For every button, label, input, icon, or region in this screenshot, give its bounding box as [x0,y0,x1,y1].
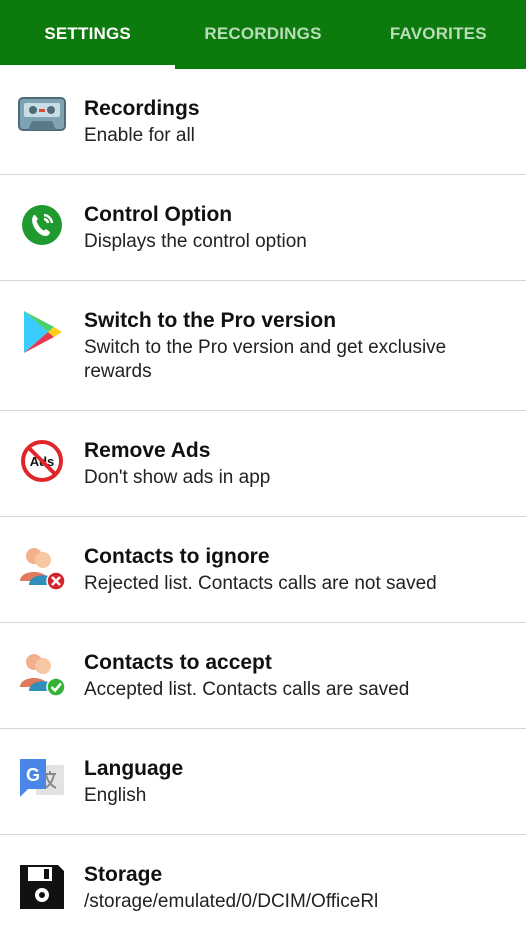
play-store-icon [0,308,84,355]
contacts-accept-icon [0,650,84,697]
contacts-ignore-icon [0,544,84,591]
setting-remove-ads[interactable]: Ads Remove Ads Don't show ads in app [0,411,526,517]
setting-title: Remove Ads [84,439,211,462]
svg-text:G: G [26,765,40,785]
floppy-disk-icon [0,862,84,911]
setting-pro-version[interactable]: Switch to the Pro version Switch to the … [0,281,526,411]
no-ads-icon: Ads [0,438,84,483]
setting-subtitle: Accepted list. Contacts calls are saved [84,679,410,700]
setting-title: Control Option [84,203,233,226]
setting-title: Storage [84,863,163,886]
setting-title: Contacts to accept [84,651,272,674]
setting-title: Switch to the Pro version [84,309,337,332]
tab-settings[interactable]: SETTINGS [0,0,176,69]
setting-title: Language [84,757,184,780]
setting-subtitle: Don't show ads in app [84,467,271,488]
setting-contacts-accept[interactable]: Contacts to accept Accepted list. Contac… [0,623,526,729]
phone-call-icon [0,202,84,247]
settings-list: Recordings Enable for all Control Option… [0,69,526,941]
setting-subtitle: English [84,785,147,806]
tab-favorites[interactable]: FAVORITES [351,0,526,69]
setting-language[interactable]: G Language English [0,729,526,835]
setting-subtitle: Enable for all [84,125,195,146]
setting-title: Contacts to ignore [84,545,270,568]
tab-recordings[interactable]: RECORDINGS [175,0,350,69]
translate-icon: G [0,756,84,803]
setting-control-option[interactable]: Control Option Displays the control opti… [0,175,526,281]
setting-subtitle: Rejected list. Contacts calls are not sa… [84,573,437,594]
setting-storage[interactable]: Storage /storage/emulated/0/DCIM/OfficeR… [0,835,526,941]
setting-subtitle: /storage/emulated/0/DCIM/OfficeRl [84,891,379,912]
setting-subtitle: Switch to the Pro version and get exclus… [84,337,447,382]
setting-recordings[interactable]: Recordings Enable for all [0,69,526,175]
setting-subtitle: Displays the control option [84,231,307,252]
setting-contacts-ignore[interactable]: Contacts to ignore Rejected list. Contac… [0,517,526,623]
cassette-icon [0,96,84,131]
setting-title: Recordings [84,97,200,120]
tab-bar: SETTINGS RECORDINGS FAVORITES [0,0,526,69]
